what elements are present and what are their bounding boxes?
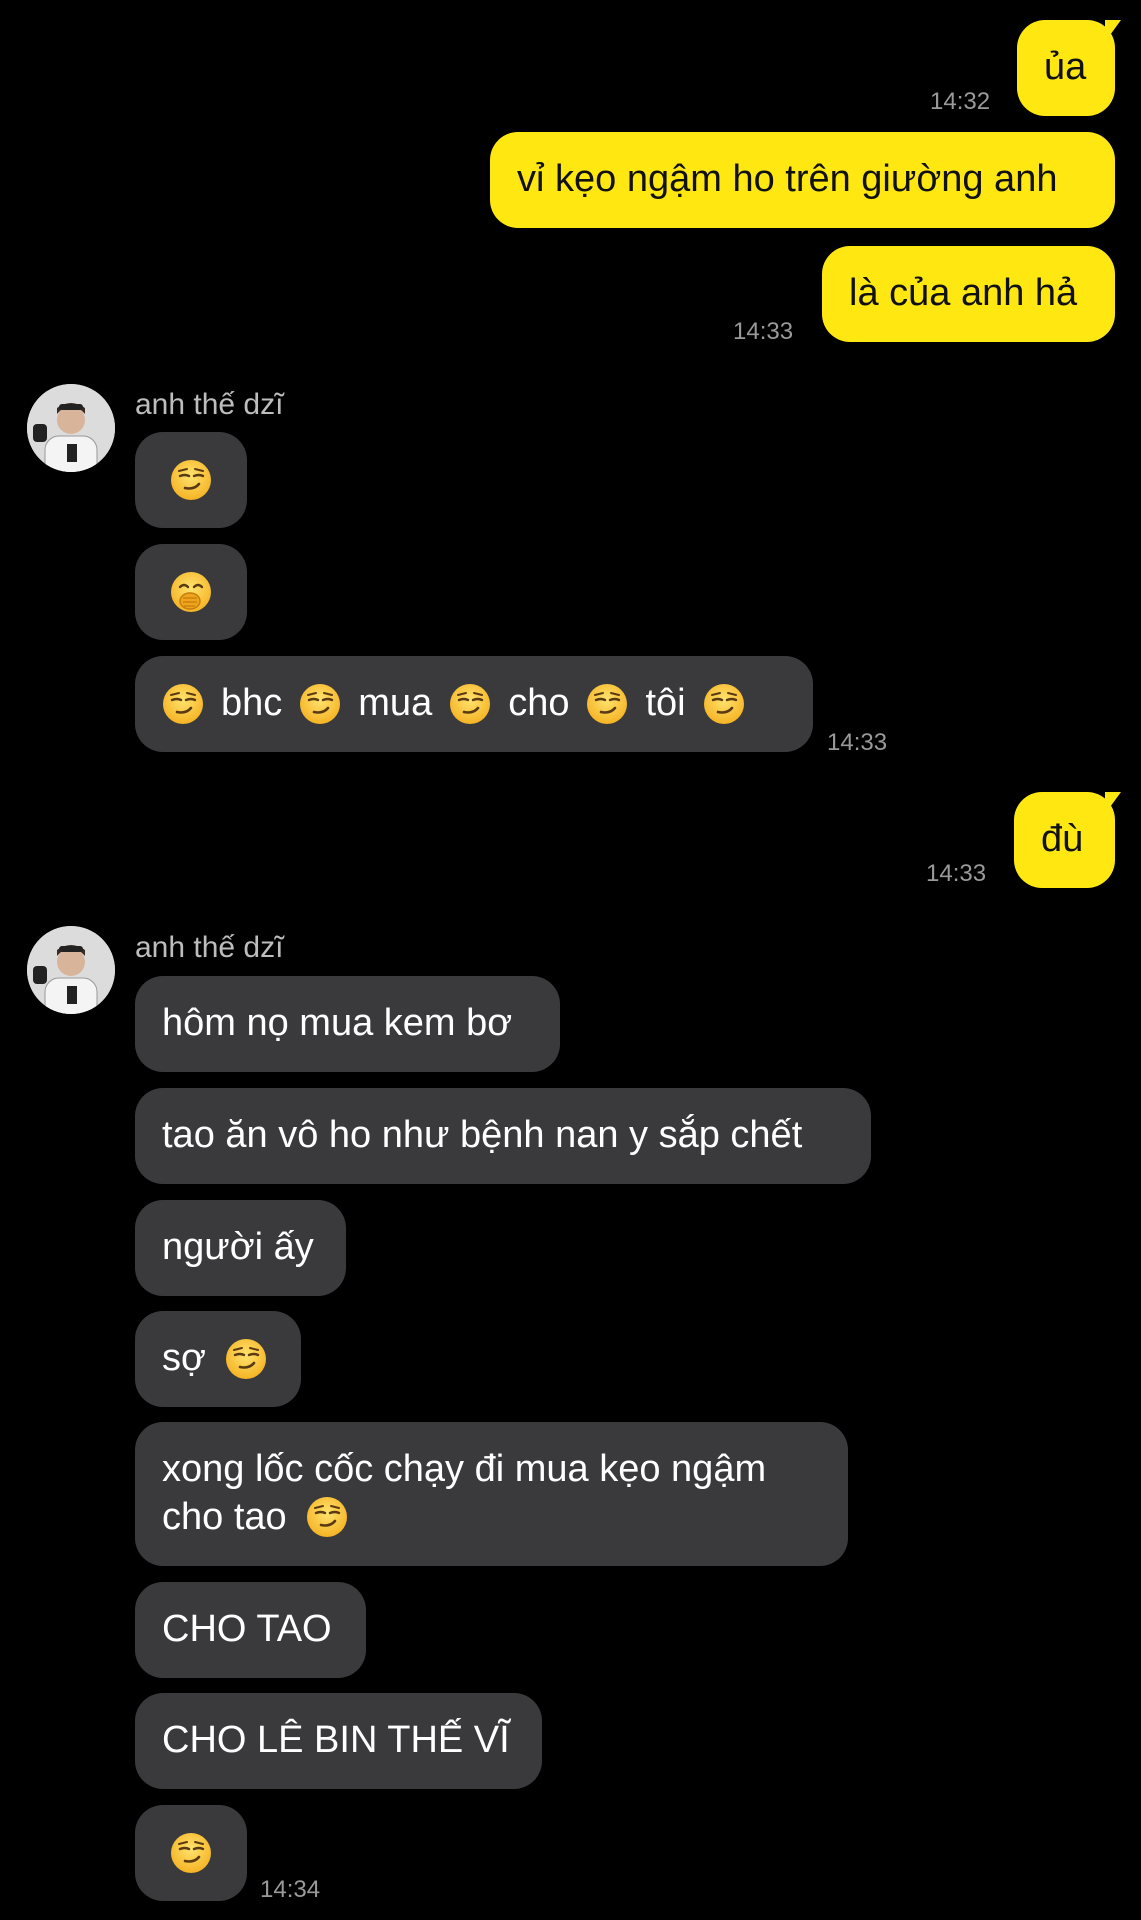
- message-text: vỉ kẹo ngậm ho trên giường anh: [517, 158, 1058, 201]
- message-text: CHO TAO: [162, 1608, 332, 1651]
- sender-name: anh thế dzĩ: [135, 388, 284, 421]
- outgoing-message-bubble[interactable]: ủa: [1017, 20, 1121, 116]
- message-text: ủa: [1044, 46, 1087, 89]
- bubble-tail: [1105, 20, 1121, 42]
- message-timestamp: 14:33: [926, 860, 987, 887]
- message-text: tao ăn vô ho như bệnh nan y sắp chết: [162, 1114, 803, 1157]
- message-text-line: cho tao: [162, 1495, 287, 1538]
- smirking-face-icon: [585, 682, 629, 726]
- incoming-message-bubble[interactable]: người ấy: [135, 1200, 346, 1296]
- sender-name: anh thế dzĩ: [135, 931, 284, 964]
- contact-avatar[interactable]: [27, 384, 115, 472]
- face-with-hand-over-mouth-icon: [169, 570, 213, 614]
- incoming-message-bubble[interactable]: [135, 544, 247, 640]
- incoming-message-bubble[interactable]: bhc mua cho tôi: [135, 656, 813, 752]
- smirking-face-icon: [224, 1337, 268, 1381]
- message-timestamp: 14:34: [260, 1876, 321, 1903]
- incoming-message-bubble[interactable]: hôm nọ mua kem bơ: [135, 976, 560, 1072]
- message-content: bhc mua cho tôi: [157, 680, 750, 728]
- contact-avatar[interactable]: [27, 926, 115, 1014]
- smirking-face-icon: [169, 458, 213, 502]
- message-text: hôm nọ mua kem bơ: [162, 1002, 513, 1045]
- outgoing-message-bubble[interactable]: là của anh hả: [822, 246, 1115, 342]
- message-word: mua: [358, 682, 433, 725]
- profile-photo-icon: [27, 384, 115, 472]
- message-word: bhc: [221, 682, 283, 725]
- message-timestamp: 14:33: [733, 318, 794, 345]
- outgoing-message-bubble[interactable]: vỉ kẹo ngậm ho trên giường anh: [490, 132, 1115, 228]
- message-text: đù: [1041, 818, 1084, 861]
- profile-photo-icon: [27, 926, 115, 1014]
- smirking-face-icon: [702, 682, 746, 726]
- smirking-face-icon: [298, 682, 342, 726]
- incoming-message-bubble[interactable]: tao ăn vô ho như bệnh nan y sắp chết: [135, 1088, 871, 1184]
- bubble-tail: [1105, 792, 1121, 814]
- smirking-face-icon: [305, 1495, 349, 1539]
- message-text-line: xong lốc cốc chạy đi mua kẹo ngậm: [162, 1448, 767, 1490]
- smirking-face-icon: [161, 682, 205, 726]
- incoming-message-bubble[interactable]: CHO TAO: [135, 1582, 366, 1678]
- message-content: cho tao: [162, 1494, 353, 1542]
- message-timestamp: 14:32: [930, 88, 991, 115]
- smirking-face-icon: [169, 1831, 213, 1875]
- message-text: CHO LÊ BIN THẾ VĨ: [162, 1719, 510, 1762]
- message-content: sợ: [162, 1335, 272, 1383]
- message-word: cho: [508, 682, 570, 725]
- message-timestamp: 14:33: [827, 729, 888, 756]
- incoming-message-bubble[interactable]: [135, 432, 247, 528]
- incoming-message-bubble[interactable]: CHO LÊ BIN THẾ VĨ: [135, 1693, 542, 1789]
- incoming-message-bubble[interactable]: xong lốc cốc chạy đi mua kẹo ngậm cho ta…: [135, 1422, 848, 1566]
- message-text: người ấy: [162, 1226, 314, 1269]
- smirking-face-icon: [448, 682, 492, 726]
- incoming-message-bubble[interactable]: sợ: [135, 1311, 301, 1407]
- message-text: sợ: [162, 1337, 206, 1380]
- message-word: tôi: [645, 682, 686, 725]
- message-text: là của anh hả: [849, 272, 1078, 315]
- incoming-message-bubble[interactable]: [135, 1805, 247, 1901]
- outgoing-message-bubble[interactable]: đù: [1014, 792, 1121, 888]
